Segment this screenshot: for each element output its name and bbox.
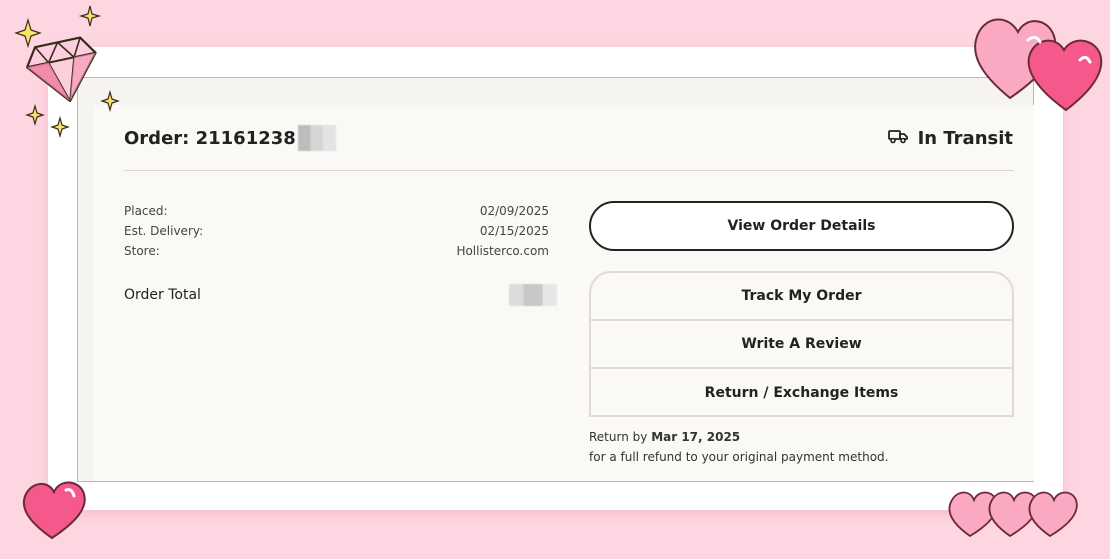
placed-row: Placed: 02/09/2025 (124, 204, 549, 218)
order-number-redaction (297, 125, 336, 151)
hearts-sticker-top-right (974, 18, 1103, 112)
header-divider (124, 170, 1014, 171)
store-row: Store: Hollisterco.com (124, 244, 549, 258)
view-order-details-button[interactable]: View Order Details (589, 201, 1014, 251)
order-number-heading: Order: 21161238 (124, 125, 336, 151)
placed-value: 02/09/2025 (479, 204, 549, 218)
hearts-sticker-bottom-right (948, 491, 1078, 538)
heart-sticker-bottom-left (22, 481, 86, 540)
return-exchange-button[interactable]: Return / Exchange Items (591, 369, 1012, 415)
order-total-row: Order Total (124, 284, 557, 306)
write-review-button[interactable]: Write A Review (591, 321, 1012, 369)
est-delivery-label: Est. Delivery: (124, 224, 204, 238)
return-by-date: Mar 17, 2025 (651, 430, 741, 444)
placed-label: Placed: (124, 204, 168, 218)
return-policy-text: for a full refund to your original payme… (589, 450, 889, 464)
order-total-label: Order Total (124, 287, 201, 303)
est-delivery-value: 02/15/2025 (479, 224, 549, 238)
order-total-redaction (509, 284, 557, 306)
store-value: Hollisterco.com (456, 244, 549, 258)
order-number-text: Order: 21161238 (124, 127, 296, 149)
est-delivery-row: Est. Delivery: 02/15/2025 (124, 224, 549, 238)
return-by-prefix: Return by (589, 430, 648, 444)
track-order-button[interactable]: Track My Order (591, 273, 1012, 321)
order-status: In Transit (887, 125, 1013, 151)
order-actions-group: Track My Order Write A Review Return / E… (589, 271, 1014, 417)
truck-icon (887, 128, 908, 149)
return-policy-note: Return by Mar 17, 2025 for a full refund… (589, 427, 888, 467)
status-text: In Transit (917, 127, 1013, 149)
diamond-icon (25, 36, 97, 103)
return-by-line: Return by Mar 17, 2025 (589, 427, 888, 447)
diamond-sticker (14, 5, 120, 139)
store-label: Store: (124, 244, 160, 258)
